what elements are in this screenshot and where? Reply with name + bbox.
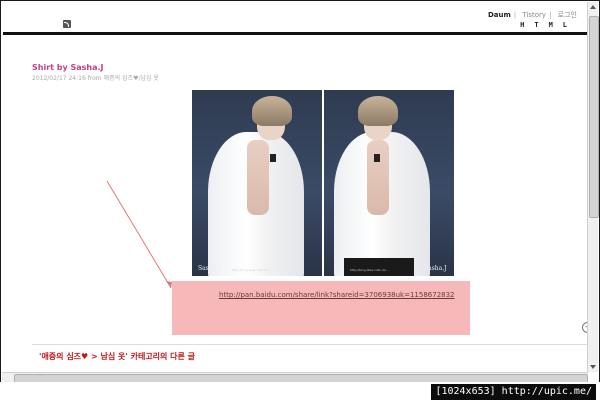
tistory-link[interactable]: Tistory bbox=[522, 11, 546, 19]
post-image-right: http://blog.sina.com.cn/... Sasha.J bbox=[324, 90, 454, 276]
post-meta: 2012/02/17 24:16 from 애증의 심즈♥/남심 옷 bbox=[32, 75, 159, 82]
header-divider bbox=[3, 32, 589, 35]
vertical-scrollbar[interactable] bbox=[587, 2, 599, 372]
download-link-box: http://pan.baidu.com/share/link?shareid=… bbox=[172, 281, 470, 335]
blog-top-bar: Daum | Tistory | 로그인 HTML bbox=[3, 3, 587, 33]
scroll-down-arrow-icon[interactable] bbox=[590, 365, 596, 369]
daum-link[interactable]: Daum bbox=[488, 11, 511, 19]
download-link[interactable]: http://pan.baidu.com/share/link?shareid=… bbox=[219, 291, 455, 299]
related-posts-suffix: ' 카테고리의 다른 글 bbox=[125, 352, 196, 361]
image-watermark-right: Sasha.J bbox=[424, 265, 447, 272]
related-category-prefix: '애증의 심즈♥ > bbox=[39, 352, 101, 361]
related-posts-title: '애증의 심즈♥ > 남심 옷' 카테고리의 다른 글 bbox=[39, 351, 195, 362]
scroll-up-arrow-icon[interactable] bbox=[590, 5, 596, 9]
login-link[interactable]: 로그인 bbox=[558, 11, 577, 19]
browser-viewport: Daum | Tistory | 로그인 HTML Shirt by Sasha.J… bbox=[0, 0, 600, 402]
rss-icon[interactable] bbox=[63, 20, 71, 28]
image-watermark-url-right: http://blog.sina.com.cn/... bbox=[350, 268, 389, 272]
upload-size-badge: [1024x653] http://upic.me/ bbox=[431, 384, 596, 400]
image-watermark-url-left: http://blog.sina.com.cn/... bbox=[232, 268, 271, 272]
vertical-scroll-thumb[interactable] bbox=[589, 16, 599, 218]
footer-partial-text: ... bbox=[39, 372, 44, 378]
image-watermark-left: Sasha.J bbox=[198, 265, 221, 272]
post-title[interactable]: Shirt by Sasha.J bbox=[32, 63, 104, 72]
html-logo-letters: HTML bbox=[520, 21, 577, 29]
top-nav-links: Daum | Tistory | 로그인 bbox=[487, 11, 577, 19]
related-category-link[interactable]: 남심 옷 bbox=[100, 352, 125, 361]
post-image-left: Sasha.J http://blog.sina.com.cn/... bbox=[192, 90, 322, 276]
related-posts-header: '애증의 심즈♥ > 남심 옷' 카테고리의 다른 글 bbox=[32, 344, 587, 367]
